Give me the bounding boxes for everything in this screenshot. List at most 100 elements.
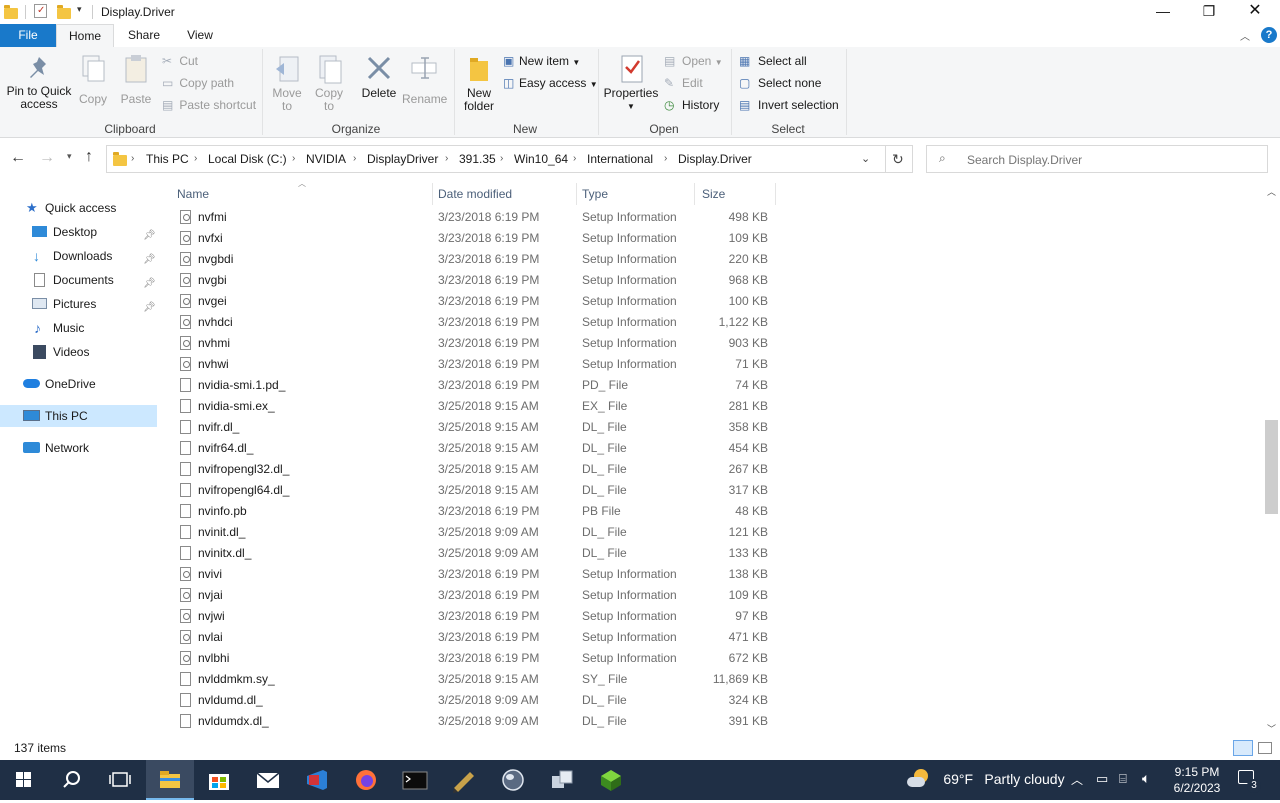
search-button[interactable]: [48, 760, 96, 800]
paste-shortcut-button[interactable]: ▤ Paste shortcut: [162, 95, 256, 115]
file-row[interactable]: nvifropengl32.dl_ 3/25/2018 9:15 AM DL_ Fi…: [170, 459, 780, 480]
file-explorer-taskbar-button[interactable]: [146, 760, 194, 800]
chevron-right-icon[interactable]: ›: [573, 146, 576, 172]
nav-downloads[interactable]: ↓ Downloads 📌︎: [0, 245, 157, 267]
pin-icon[interactable]: 📌︎: [143, 249, 156, 265]
microsoft-store-button[interactable]: [195, 760, 243, 800]
rename-button[interactable]: Rename: [402, 53, 447, 119]
file-row[interactable]: nvhwi 3/23/2018 6:19 PM Setup Information 7…: [170, 354, 780, 375]
breadcrumb-display-driver[interactable]: Display.Driver: [678, 146, 752, 172]
file-row[interactable]: nvjwi 3/23/2018 6:19 PM Setup Information 9…: [170, 606, 780, 627]
column-divider[interactable]: [694, 183, 695, 205]
column-header-date[interactable]: Date modified: [438, 183, 576, 205]
customize-qa-chevron-icon[interactable]: ▾: [77, 4, 82, 15]
select-all-button[interactable]: ▦ Select all: [739, 51, 807, 71]
nav-network[interactable]: Network: [0, 437, 157, 459]
nav-videos[interactable]: Videos: [0, 341, 157, 363]
address-bar[interactable]: › This PC › Local Disk (C:) › NVIDIA › D…: [106, 145, 913, 173]
file-row[interactable]: nvinfo.pb 3/23/2018 6:19 PM PB File 48 KB: [170, 501, 780, 522]
properties-button[interactable]: Properties ▼: [603, 53, 659, 119]
file-row[interactable]: nvlai 3/23/2018 6:19 PM Setup Information 4…: [170, 627, 780, 648]
tab-view[interactable]: View: [186, 24, 214, 47]
file-row[interactable]: nvinit.dl_ 3/25/2018 9:09 AM DL_ File 121 K…: [170, 522, 780, 543]
details-view-icon[interactable]: [1233, 740, 1253, 756]
volume-icon[interactable]: 🔈︎: [1142, 770, 1150, 787]
file-row[interactable]: nvifr64.dl_ 3/25/2018 9:15 AM DL_ File 454 …: [170, 438, 780, 459]
nav-onedrive[interactable]: OneDrive: [0, 373, 157, 395]
scroll-down-arrow-icon[interactable]: ﹀: [1267, 722, 1276, 735]
chevron-right-icon[interactable]: ›: [445, 146, 448, 172]
restore-button[interactable]: ❐: [1186, 0, 1232, 24]
search-box[interactable]: ⌕: [926, 145, 1268, 173]
paste-button[interactable]: Paste: [118, 53, 154, 119]
firefox-button[interactable]: [342, 760, 390, 800]
app-cube-button[interactable]: [587, 760, 635, 800]
breadcrumb-win10-64[interactable]: Win10_64: [514, 146, 568, 172]
column-header-type[interactable]: Type: [582, 183, 694, 205]
history-button[interactable]: ◷ History: [664, 95, 719, 115]
file-row[interactable]: nvgbi 3/23/2018 6:19 PM Setup Information 9…: [170, 270, 780, 291]
copy-path-button[interactable]: ▭ Copy path: [162, 73, 234, 93]
help-icon[interactable]: ?: [1261, 27, 1277, 43]
delete-button[interactable]: Delete: [358, 53, 400, 119]
nav-desktop[interactable]: Desktop 📌︎: [0, 221, 157, 243]
refresh-icon[interactable]: ↻: [892, 151, 904, 168]
breadcrumb-local-disk[interactable]: Local Disk (C:): [208, 146, 287, 172]
nav-music[interactable]: ♪ Music: [0, 317, 157, 339]
nav-pictures[interactable]: Pictures 📌︎: [0, 293, 157, 315]
back-arrow-icon[interactable]: ←: [10, 149, 26, 167]
start-button[interactable]: [0, 760, 48, 800]
chevron-right-icon[interactable]: ›: [353, 146, 356, 172]
app-globe-button[interactable]: [489, 760, 537, 800]
pin-icon[interactable]: 📌︎: [143, 225, 156, 241]
forward-arrow-icon[interactable]: →: [39, 149, 55, 167]
app-pen-button[interactable]: [440, 760, 488, 800]
search-input[interactable]: [965, 149, 1259, 171]
close-button[interactable]: ✕: [1232, 0, 1278, 24]
file-row[interactable]: nvldumdx.dl_ 3/25/2018 9:09 AM DL_ File 391…: [170, 711, 780, 732]
visual-studio-code-button[interactable]: [293, 760, 341, 800]
breadcrumb-this-pc[interactable]: This PC: [146, 146, 189, 172]
file-row[interactable]: nvhdci 3/23/2018 6:19 PM Setup Information…: [170, 312, 780, 333]
file-row[interactable]: nvinitx.dl_ 3/25/2018 9:09 AM DL_ File 133 …: [170, 543, 780, 564]
nav-documents[interactable]: Documents 📌︎: [0, 269, 157, 291]
scrollbar-thumb[interactable]: [1265, 420, 1278, 514]
tab-home[interactable]: Home: [56, 24, 114, 47]
weather-widget[interactable]: 69°F Partly cloudy: [906, 768, 1065, 790]
scroll-up-arrow-icon[interactable]: ︿: [1267, 185, 1276, 198]
tab-file[interactable]: File: [0, 24, 56, 47]
file-row[interactable]: nvjai 3/23/2018 6:19 PM Setup Information 1…: [170, 585, 780, 606]
network-status-icon[interactable]: ⌸: [1119, 771, 1127, 787]
task-view-button[interactable]: [96, 760, 144, 800]
copy-to-button[interactable]: Copy to: [310, 53, 348, 119]
file-row[interactable]: nvldumd.dl_ 3/25/2018 9:09 AM DL_ File 324 …: [170, 690, 780, 711]
recent-locations-chevron-icon[interactable]: ▾: [67, 151, 72, 162]
pin-icon[interactable]: 📌︎: [143, 297, 156, 313]
notifications-button[interactable]: 3: [1238, 770, 1261, 793]
chevron-right-icon[interactable]: ›: [292, 146, 295, 172]
pin-icon[interactable]: 📌︎: [143, 273, 156, 289]
breadcrumb-nvidia[interactable]: NVIDIA: [306, 146, 346, 172]
nav-quick-access[interactable]: ★ Quick access: [0, 197, 157, 219]
address-dropdown-chevron-icon[interactable]: ⌄: [861, 152, 870, 165]
breadcrumb-version[interactable]: 391.35: [459, 146, 496, 172]
file-row[interactable]: nvifr.dl_ 3/25/2018 9:15 AM DL_ File 358 KB: [170, 417, 780, 438]
column-header-size[interactable]: Size: [702, 183, 772, 205]
move-to-button[interactable]: Move to: [268, 53, 306, 119]
minimize-button[interactable]: —: [1140, 0, 1186, 24]
app-network-button[interactable]: [538, 760, 586, 800]
chevron-right-icon[interactable]: ›: [500, 146, 503, 172]
file-row[interactable]: nvifropengl64.dl_ 3/25/2018 9:15 AM DL_ Fi…: [170, 480, 780, 501]
mail-button[interactable]: [244, 760, 292, 800]
select-none-button[interactable]: ▢ Select none: [739, 73, 821, 93]
chevron-right-icon[interactable]: ›: [664, 146, 667, 172]
easy-access-button[interactable]: ◫ Easy access ▼: [503, 73, 598, 93]
breadcrumb-displaydriver[interactable]: DisplayDriver: [367, 146, 438, 172]
edit-button[interactable]: ✎ Edit: [664, 73, 703, 93]
invert-selection-button[interactable]: ▤ Invert selection: [739, 95, 839, 115]
column-divider[interactable]: [775, 183, 776, 205]
column-divider[interactable]: [432, 183, 433, 205]
large-icons-view-icon[interactable]: [1258, 742, 1272, 754]
breadcrumb-international[interactable]: International: [587, 146, 653, 172]
column-divider[interactable]: [576, 183, 577, 205]
